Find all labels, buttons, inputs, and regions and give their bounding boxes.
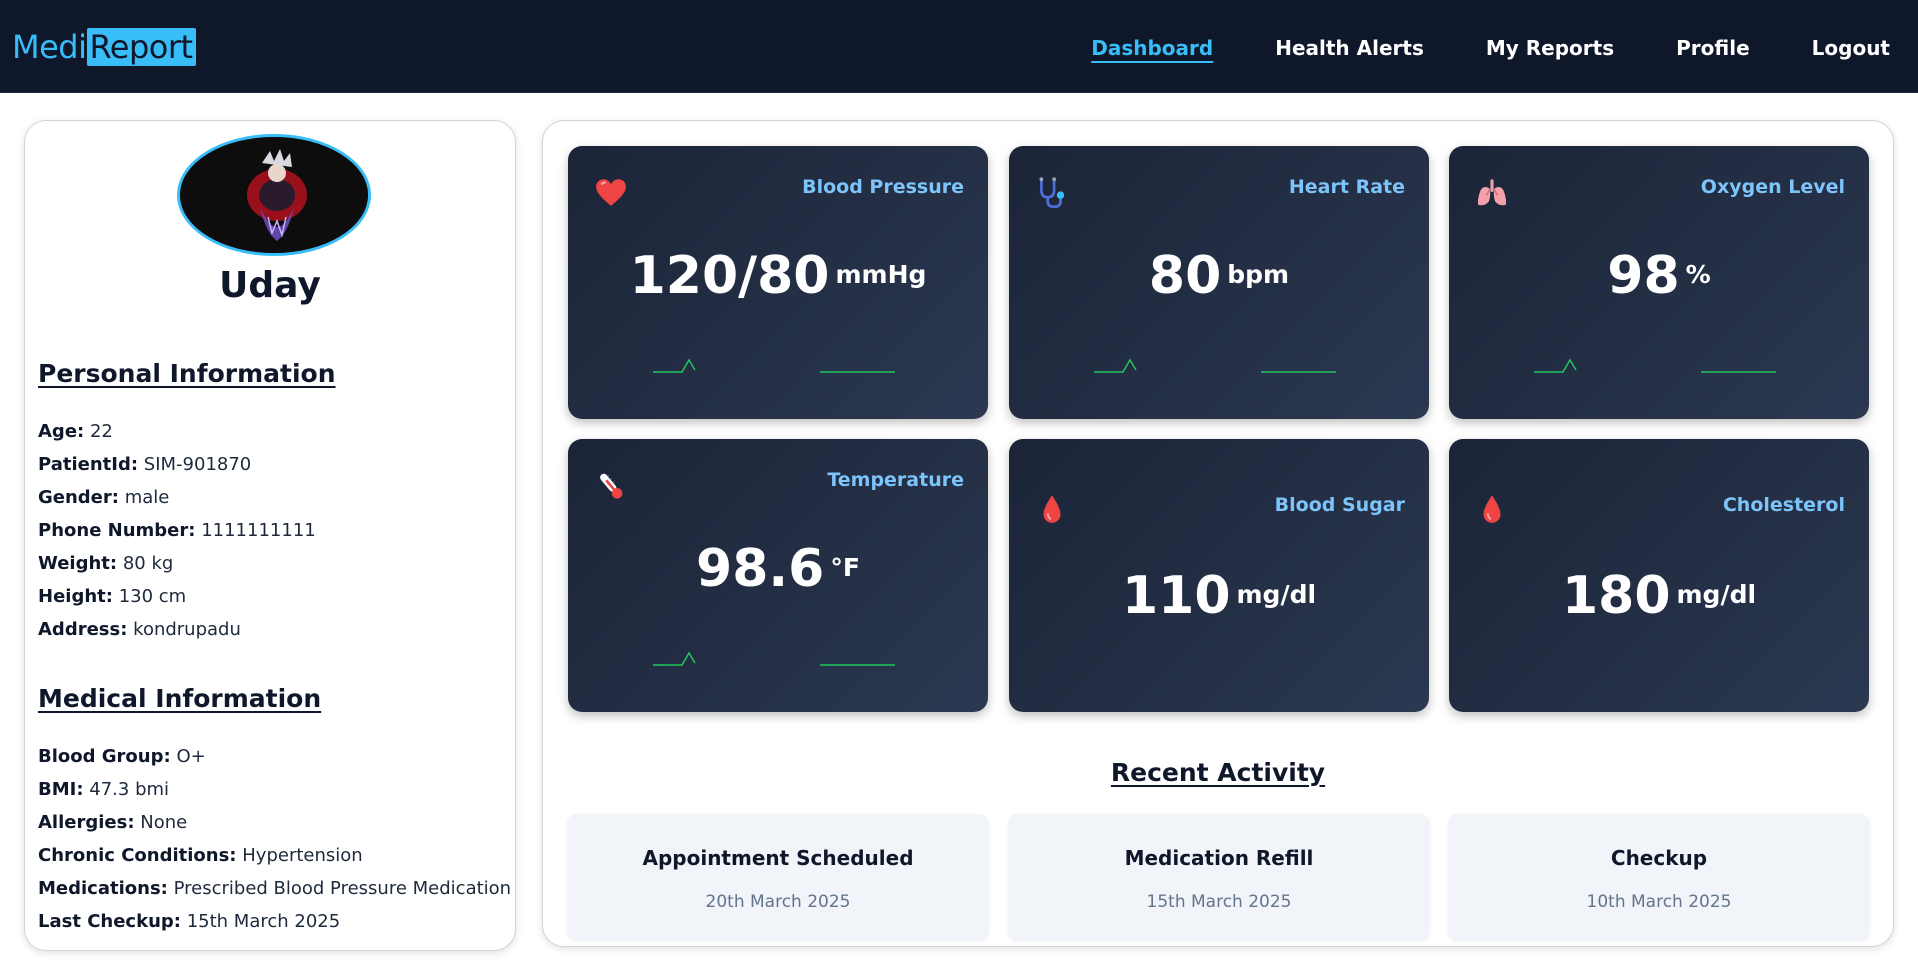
medical-info-heading: Medical Information (38, 684, 322, 713)
metric-card-blood-pressure[interactable]: Blood Pressure 120/80 mmHg (568, 146, 988, 419)
metric-unit: mg/dl (1236, 580, 1317, 609)
medical-info-list: Blood Group: O+ BMI: 47.3 bmi Allergies:… (38, 740, 511, 938)
info-gender: Gender: male (38, 487, 170, 508)
metric-value: 98% (1449, 246, 1869, 306)
info-patient-id: PatientId: SIM-901870 (38, 454, 252, 475)
nav-my-reports[interactable]: My Reports (1486, 36, 1614, 60)
activity-title: Medication Refill (1124, 846, 1314, 870)
info-medications: Medications: Prescribed Blood Pressure M… (38, 878, 512, 899)
metric-value: 98.6 °F (568, 539, 988, 599)
metric-unit: mmHg (835, 260, 927, 289)
metric-value: 80 bpm (1009, 246, 1429, 306)
metric-title: Cholesterol (1722, 494, 1845, 516)
info-bmi: BMI: 47.3 bmi (38, 779, 170, 800)
trend-sparkline (653, 358, 895, 373)
metric-number: 110 (1121, 566, 1231, 626)
avatar (177, 134, 371, 256)
activity-card[interactable]: Medication Refill 15th March 2025 (1008, 814, 1430, 941)
metric-value: 180 mg/dl (1449, 566, 1869, 626)
metric-card-heart-rate[interactable]: Heart Rate 80 bpm (1009, 146, 1429, 419)
navbar: MediReport Dashboard Health Alerts My Re… (0, 0, 1918, 93)
info-age: Age: 22 (38, 421, 113, 442)
metric-number: 98 (1607, 246, 1680, 306)
thermometer-icon (600, 473, 623, 499)
metric-card-blood-sugar[interactable]: Blood Sugar 110 mg/dl (1009, 439, 1429, 712)
nav-profile[interactable]: Profile (1676, 36, 1750, 60)
metric-number: 80 (1148, 246, 1222, 306)
nav-dashboard[interactable]: Dashboard (1091, 36, 1213, 60)
nav-health-alerts[interactable]: Health Alerts (1275, 36, 1424, 60)
metric-unit: mg/dl (1676, 580, 1757, 609)
recent-activity-heading: Recent Activity (1110, 758, 1326, 787)
trend-sparkline (1094, 358, 1336, 373)
metric-value: 120/80 mmHg (568, 246, 988, 306)
metric-unit: % (1685, 260, 1711, 289)
info-chronic-conditions: Chronic Conditions: Hypertension (38, 845, 363, 866)
blood-drop-icon (1043, 495, 1061, 523)
metric-card-cholesterol[interactable]: Cholesterol 180 mg/dl (1449, 439, 1869, 712)
metric-title: Blood Sugar (1274, 494, 1405, 516)
activity-title: Checkup (1610, 846, 1708, 870)
blood-drop-icon (1483, 495, 1501, 523)
activity-card[interactable]: Appointment Scheduled 20th March 2025 (567, 814, 989, 941)
personal-info-heading: Personal Information (38, 359, 336, 388)
metric-number: 120/80 (629, 246, 830, 306)
metric-value: 110 mg/dl (1009, 566, 1429, 626)
metric-title: Heart Rate (1288, 176, 1405, 198)
profile-card: Uday Personal Information Age: 22 Patien… (24, 120, 516, 951)
metric-card-temperature[interactable]: Temperature 98.6 °F (568, 439, 988, 712)
trend-sparkline (1534, 358, 1776, 373)
nav-logout[interactable]: Logout (1812, 36, 1890, 60)
info-allergies: Allergies: None (38, 812, 188, 833)
brand-part-2: Report (86, 28, 196, 66)
metric-number: 180 (1561, 566, 1671, 626)
stethoscope-icon (1039, 177, 1065, 209)
metric-unit: °F (830, 553, 860, 582)
metric-title: Blood Pressure (802, 176, 964, 198)
activity-title: Appointment Scheduled (642, 846, 914, 870)
info-phone: Phone Number: 1111111111 (38, 520, 316, 541)
activity-date: 20th March 2025 (705, 892, 851, 912)
activity-card[interactable]: Checkup 10th March 2025 (1448, 814, 1870, 941)
personal-info-list: Age: 22 PatientId: SIM-901870 Gender: ma… (38, 415, 316, 646)
trend-sparkline (653, 651, 895, 666)
metric-title: Oxygen Level (1700, 176, 1845, 198)
nav-links: Dashboard Health Alerts My Reports Profi… (1029, 36, 1890, 60)
lungs-icon (1477, 179, 1507, 206)
info-last-checkup: Last Checkup: 15th March 2025 (38, 911, 341, 932)
metric-card-oxygen-level[interactable]: Oxygen Level 98% (1449, 146, 1869, 419)
heart-icon (596, 179, 626, 206)
brand-part-1: Medi (12, 28, 87, 66)
info-blood-group: Blood Group: O+ (38, 746, 206, 767)
activity-date: 10th March 2025 (1586, 892, 1732, 912)
info-height: Height: 130 cm (38, 586, 187, 607)
info-address: Address: kondrupadu (38, 619, 241, 640)
info-weight: Weight: 80 kg (38, 553, 174, 574)
metric-title: Temperature (827, 469, 964, 491)
activity-date: 15th March 2025 (1146, 892, 1292, 912)
main-panel: Blood Pressure 120/80 mmHg Heart Rate 80 b… (542, 120, 1894, 947)
metric-number: 98.6 (696, 539, 825, 599)
metric-unit: bpm (1227, 260, 1290, 289)
brand-logo[interactable]: MediReport (12, 26, 196, 68)
user-name: Uday (219, 265, 321, 306)
